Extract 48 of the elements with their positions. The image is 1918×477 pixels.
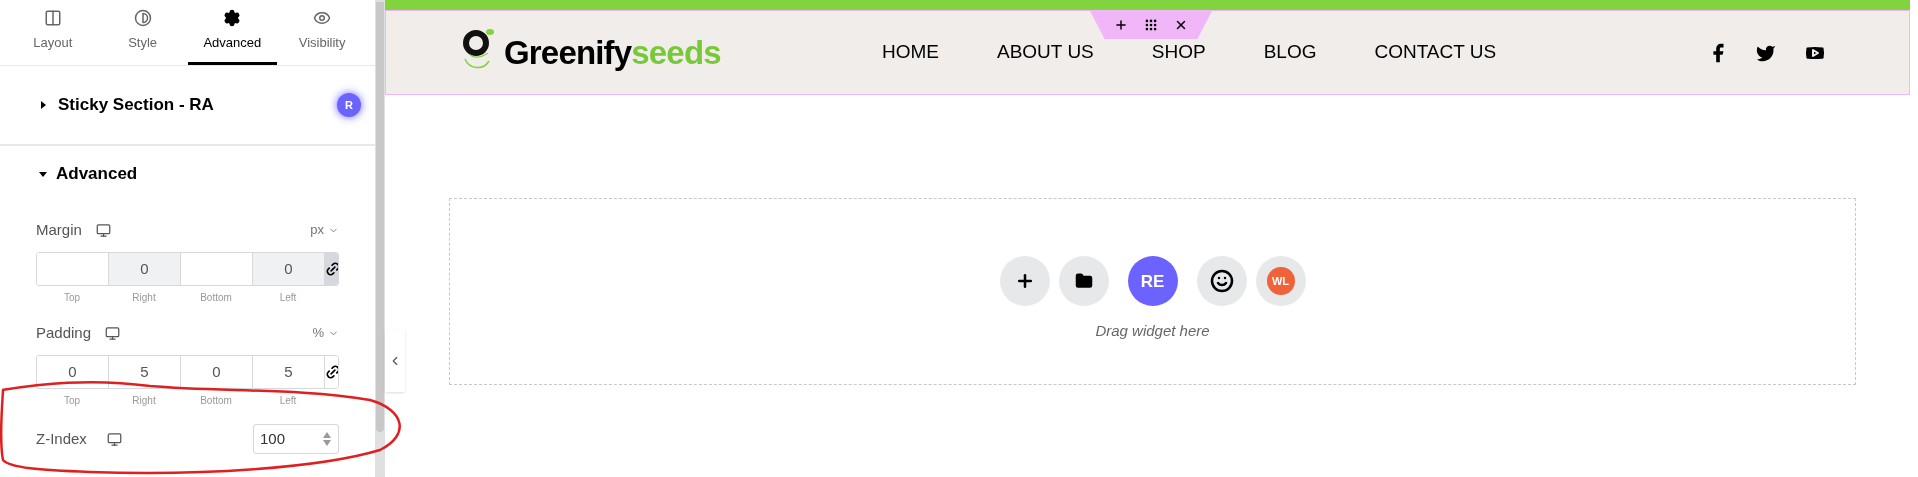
- avatar-badge: R: [337, 93, 361, 117]
- nav-link[interactable]: CONTACT US: [1374, 38, 1497, 67]
- drag-icon: [1144, 18, 1158, 32]
- face-icon: [1209, 269, 1234, 294]
- nav-link[interactable]: BLOG: [1263, 38, 1317, 67]
- field-label: Z-Index: [36, 428, 87, 449]
- desktop-icon[interactable]: [106, 431, 122, 447]
- side-label: Left: [279, 291, 297, 305]
- nav-link[interactable]: SHOP: [1151, 38, 1206, 67]
- section-title[interactable]: Advanced: [56, 161, 138, 187]
- contrast-icon: [133, 9, 152, 28]
- dimension-input[interactable]: 0: [37, 356, 109, 388]
- side-label: Bottom: [200, 394, 232, 408]
- collapse-handle[interactable]: [385, 330, 405, 392]
- side-label: Top: [63, 394, 81, 408]
- field-label: Margin: [36, 219, 82, 240]
- unit-select[interactable]: px: [310, 220, 339, 240]
- logo-text[interactable]: Greenifyseeds: [504, 27, 721, 78]
- scrollbar-thumb[interactable]: [376, 2, 384, 432]
- folder-icon: [1074, 272, 1093, 291]
- section-title[interactable]: Sticky Section - RA: [58, 92, 214, 118]
- stepper-icon: [322, 431, 332, 447]
- side-label: Top: [63, 291, 81, 305]
- nav-link[interactable]: HOME: [882, 38, 939, 67]
- side-label: Right: [132, 394, 156, 408]
- settings-icon: [223, 9, 242, 28]
- panel-tab[interactable]: Advanced: [187, 0, 278, 65]
- columns-icon: [43, 9, 62, 28]
- panel-tab[interactable]: Layout: [8, 0, 98, 65]
- desktop-icon[interactable]: [105, 325, 121, 341]
- link-button[interactable]: [325, 356, 338, 388]
- desktop-icon[interactable]: [95, 222, 111, 238]
- addon-logo: WL: [1266, 267, 1295, 296]
- nav-link[interactable]: ABOUT US: [997, 38, 1094, 67]
- field-label: Padding: [36, 322, 92, 343]
- link-button[interactable]: [325, 253, 338, 285]
- panel-tab[interactable]: Style: [97, 0, 188, 65]
- dropzone-hint: Drag widget here: [1095, 321, 1210, 342]
- number-input[interactable]: 100: [253, 424, 339, 454]
- side-label: Right: [132, 291, 156, 305]
- add-icon: [1114, 18, 1128, 32]
- side-label: Bottom: [200, 291, 232, 305]
- close-icon: [1174, 18, 1188, 32]
- panel-tab[interactable]: Visibility: [277, 0, 367, 65]
- side-label: Left: [279, 394, 297, 408]
- dimension-input[interactable]: [37, 253, 109, 285]
- addon-button[interactable]: RE: [1127, 256, 1178, 307]
- unit-select[interactable]: %: [312, 323, 339, 343]
